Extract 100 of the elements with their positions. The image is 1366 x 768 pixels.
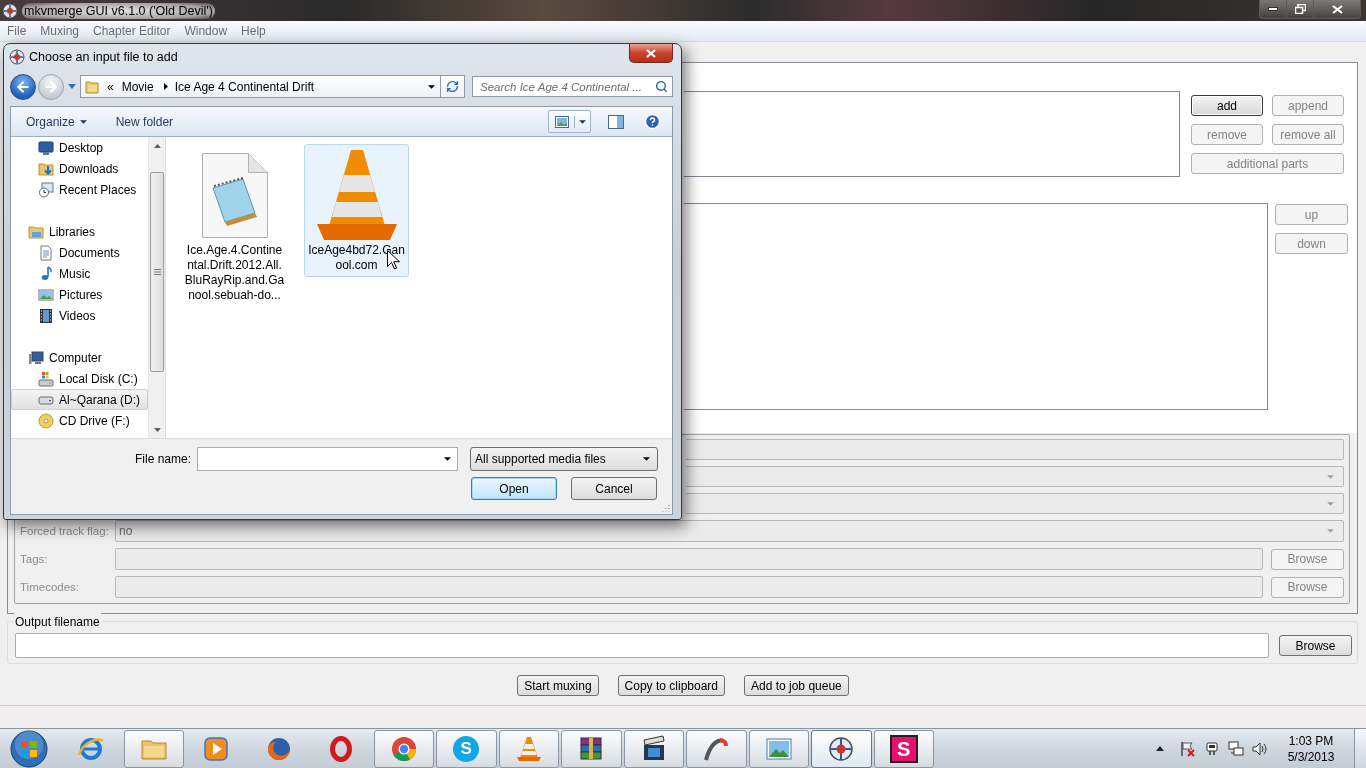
nav-item[interactable]: CD Drive (F:): [11, 410, 148, 431]
minimize-icon: [1268, 7, 1278, 11]
play-icon: [202, 734, 231, 763]
dialog-title: Choose an input file to add: [29, 48, 178, 66]
group-title: Output filename: [14, 613, 101, 631]
taskbar-button[interactable]: [686, 729, 747, 768]
separator-arrow-icon: [163, 83, 168, 90]
film-strip-icon: [38, 307, 54, 324]
nav-item[interactable]: Downloads: [11, 158, 148, 179]
scroll-thumb[interactable]: [150, 172, 164, 372]
file-type-dropdown[interactable]: All supported media files: [470, 447, 658, 471]
caret-icon: [1327, 501, 1334, 506]
field-label: Tags:: [20, 552, 48, 565]
browse-button[interactable]: Browse: [1279, 635, 1352, 656]
plug-icon[interactable]: [1204, 740, 1220, 757]
disc-icon: [38, 412, 54, 429]
taskbar-button[interactable]: S: [873, 729, 934, 768]
window-clock-icon: [38, 181, 54, 198]
folder-download-icon: [38, 160, 54, 177]
track-list[interactable]: [684, 203, 1268, 410]
app-logo: S: [889, 734, 918, 763]
nav-item[interactable]: Desktop: [11, 137, 148, 158]
notepad-document-icon: [200, 151, 269, 239]
triangle-up-icon[interactable]: [1156, 746, 1164, 751]
output-filename-field[interactable]: [15, 633, 1269, 658]
picture-icon: [38, 286, 54, 303]
menu-item[interactable]: Chapter Editor: [93, 25, 171, 37]
add-to-job-queue-button[interactable]: Add to job queue: [744, 675, 849, 696]
menu-item[interactable]: Help: [241, 25, 266, 37]
clock-time[interactable]: 1:03 PM: [1288, 732, 1334, 749]
copy-to-clipboard-button[interactable]: Copy to clipboard: [617, 675, 725, 696]
thumbnail-icon: [554, 115, 569, 128]
back-button[interactable]: [10, 73, 36, 100]
open-button[interactable]: Open: [471, 477, 557, 500]
traffic-cone-icon: [514, 734, 543, 763]
help-icon: [643, 113, 661, 130]
add-button[interactable]: add: [1191, 95, 1263, 116]
caret-icon: [444, 457, 451, 461]
nav-item[interactable]: Documents: [11, 242, 148, 263]
clock-date[interactable]: 5/3/2013: [1287, 748, 1335, 765]
toolbar-button[interactable]: New folder: [115, 115, 174, 128]
folder-icon: [85, 79, 99, 94]
caret-icon: [643, 457, 650, 461]
breadcrumb-button[interactable]: Movie: [121, 80, 154, 93]
nav-item[interactable]: Libraries: [11, 221, 148, 242]
grip-icon: [153, 269, 161, 275]
nav-item[interactable]: Local Disk (C:): [11, 368, 148, 389]
field-label: Forced track flag:: [20, 524, 109, 537]
start-muxing-button[interactable]: Start muxing: [517, 675, 599, 696]
minimize-button[interactable]: [1260, 0, 1287, 18]
refresh-button[interactable]: [441, 75, 465, 98]
close-button[interactable]: [629, 44, 673, 63]
search-field[interactable]: Search Ice Age 4 Continental ...: [472, 76, 673, 97]
nav-item[interactable]: Recent Places: [11, 179, 148, 200]
caret-icon: [428, 84, 435, 89]
start-button[interactable]: [9, 729, 49, 768]
menu-item[interactable]: Muxing: [40, 25, 80, 37]
crosshair-disc-icon: [827, 734, 856, 763]
show-desktop-button[interactable]: [1354, 729, 1366, 768]
file-tile[interactable]: Ice.Age.4.Continental.Drift.2012.All.BluRayRip.and.Ganool.sebuah-do...: [182, 144, 287, 307]
hard-drive-icon: [38, 370, 54, 387]
traffic-cone-icon: [314, 148, 399, 242]
preview-pane-icon: [608, 114, 624, 129]
library-folder-icon: [28, 223, 44, 240]
menu-item[interactable]: Window: [184, 25, 228, 37]
nav-item[interactable]: Computer: [11, 347, 148, 368]
nav-item[interactable]: Music: [11, 263, 148, 284]
address-bar[interactable]: « Movie Ice Age 4 Continental Drift: [80, 75, 441, 98]
network-icon[interactable]: [1228, 740, 1244, 757]
taskbar-button[interactable]: [623, 729, 684, 768]
flag-x-icon[interactable]: [1180, 740, 1196, 757]
path-overflow-button[interactable]: «: [107, 80, 114, 93]
cancel-button[interactable]: Cancel: [571, 477, 657, 500]
nav-item[interactable]: Al~Qarana (D:): [11, 389, 148, 410]
taskbar-button[interactable]: [811, 729, 872, 768]
arrow-up-icon: [153, 143, 161, 148]
resize-grip-icon: [661, 503, 670, 512]
caret-icon: [79, 119, 87, 124]
help-button[interactable]: [643, 111, 661, 132]
file-list[interactable]: [684, 91, 1180, 177]
refresh-icon: [446, 80, 459, 93]
menu-item[interactable]: File: [7, 25, 27, 37]
close-icon: [1331, 4, 1343, 14]
dropdown-value: no: [119, 523, 133, 540]
breadcrumb-button[interactable]: Ice Age 4 Continental Drift: [174, 80, 315, 93]
organize-menu-button[interactable]: Organize: [26, 115, 87, 128]
file-tile[interactable]: IceAge4bd72.Ganool.com: [304, 144, 409, 277]
nav-item[interactable]: Videos: [11, 305, 148, 326]
file-name-label: File name:: [133, 451, 191, 468]
speaker-icon[interactable]: [1252, 740, 1268, 757]
close-button[interactable]: [1314, 0, 1360, 18]
view-options-button[interactable]: [548, 110, 591, 133]
restore-button[interactable]: [1287, 0, 1314, 18]
search-icon: [655, 80, 668, 93]
restore-icon: [1294, 4, 1306, 14]
taskbar-button[interactable]: [561, 729, 622, 768]
nav-item[interactable]: Pictures: [11, 284, 148, 305]
arrow-down-icon: [153, 427, 161, 432]
caret-icon: [1327, 474, 1334, 479]
windows-logo-icon: [10, 729, 48, 768]
